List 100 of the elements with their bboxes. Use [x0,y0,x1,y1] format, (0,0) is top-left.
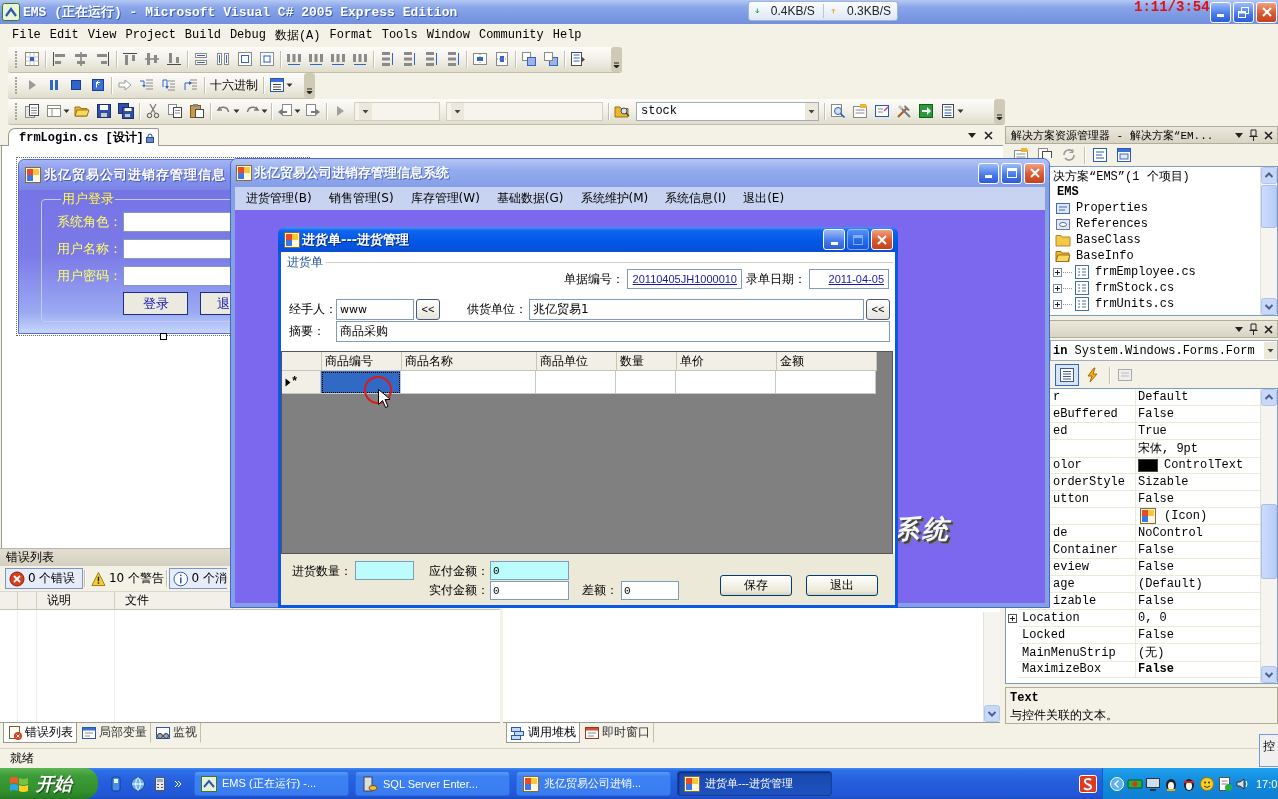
vertical-spacing-icon[interactable] [423,51,439,67]
open-folder-icon[interactable] [74,103,90,119]
tree-item[interactable]: frmUnits.cs [1095,297,1175,311]
grid-cell[interactable] [616,371,676,394]
find-in-files-icon[interactable] [614,103,630,119]
view-code-icon[interactable] [1092,147,1108,163]
expand-icon[interactable] [1053,267,1072,277]
grip-handle[interactable] [14,101,18,121]
toolbar-overflow-icon[interactable] [994,98,1005,124]
menu-item[interactable]: Help [550,26,584,44]
property-name[interactable]: r [1053,390,1061,404]
property-name[interactable]: eBuffered [1053,407,1118,421]
vertical-spacing-icon[interactable] [379,51,395,67]
vertical-scrollbar[interactable] [1260,389,1277,683]
tray-expand-icon[interactable] [1109,775,1125,792]
property-value[interactable]: (无) [1138,644,1165,661]
chevron-icon[interactable] [174,778,182,789]
property-value[interactable]: False [1138,662,1174,676]
globe-icon[interactable] [130,775,146,792]
property-name[interactable]: utton [1053,492,1089,506]
column-header[interactable]: 单价 [677,352,777,371]
vertical-scrollbar[interactable] [1260,167,1277,315]
menu-item[interactable]: Tools [379,26,420,44]
scroll-up-icon[interactable] [1261,167,1277,184]
menu-item[interactable]: 基础数据(G) [496,190,564,207]
center-horizontally-icon[interactable] [472,51,488,67]
column-header[interactable]: 数量 [617,352,677,371]
horizontal-spacing-icon[interactable] [286,51,302,67]
same-height-icon[interactable] [215,51,231,67]
tool-window-tab[interactable]: 监视 [151,723,201,743]
close-button[interactable] [1024,162,1045,184]
menu-item[interactable]: Window [424,26,472,44]
paste-icon[interactable] [189,103,205,119]
close-icon[interactable] [984,131,993,140]
filter-button[interactable]: 0 个错误 [5,568,83,589]
step-over-icon[interactable] [161,77,177,93]
document-icon[interactable] [1217,775,1233,792]
property-name[interactable]: MaximizeBox [1022,662,1102,676]
expand-icon[interactable] [1053,283,1072,293]
property-name[interactable]: Location [1022,611,1080,625]
expand-icon[interactable] [1007,614,1017,623]
vertical-spacing-icon[interactable] [401,51,417,67]
property-value[interactable]: False [1138,594,1174,608]
restart-icon[interactable] [90,77,106,93]
navigate-back-icon[interactable] [277,103,293,119]
menu-item[interactable]: Edit [47,26,81,44]
taskbar-button[interactable]: 兆亿贸易公司进销... [516,771,671,796]
save-button[interactable]: 保存 [720,574,792,596]
property-name[interactable]: eview [1053,560,1089,574]
tree-item[interactable]: EMS [1057,185,1079,199]
tool-window-tab[interactable]: 即时窗口 [580,723,654,743]
property-value[interactable]: ControlText [1164,458,1244,472]
step-into-icon[interactable] [139,77,155,93]
minimize-button[interactable] [823,229,845,250]
tree-item[interactable]: Properties [1076,201,1148,215]
bring-to-front-icon[interactable] [521,51,537,67]
taskbar-button[interactable]: 进货单---进货管理 [677,771,832,796]
horizontal-spacing-icon[interactable] [308,51,324,67]
same-size-icon[interactable] [237,51,253,67]
toolbar-overflow-icon[interactable] [611,46,622,72]
center-vertically-icon[interactable] [494,51,510,67]
caret-icon[interactable] [968,131,976,139]
properties-icon[interactable] [852,103,868,119]
same-width-icon[interactable] [193,51,209,67]
grid-cell[interactable] [676,371,776,394]
property-name[interactable]: Locked [1022,628,1066,642]
minimize-button[interactable] [978,162,999,184]
close-icon[interactable] [1264,324,1273,334]
property-name[interactable]: olor [1053,458,1082,472]
tab-order-icon[interactable] [570,51,586,67]
vertical-scrollbar[interactable] [983,612,1000,722]
grid-cell[interactable] [401,371,536,394]
menu-item[interactable]: 系统维护(M) [580,190,649,207]
tools-icon[interactable] [896,103,912,119]
step-out-icon[interactable] [183,77,199,93]
menu-item[interactable]: 系统信息(I) [665,190,727,207]
smiley-icon[interactable] [1199,775,1215,792]
tree-item[interactable]: frmStock.cs [1095,281,1175,295]
property-value[interactable]: Sizable [1138,475,1189,489]
property-name[interactable]: Container [1053,543,1118,557]
alphabetical-view-button[interactable] [1055,364,1079,386]
property-name[interactable]: izable [1053,594,1097,608]
property-value[interactable]: False [1138,492,1174,506]
menu-item[interactable]: Build [182,26,223,44]
menu-item[interactable]: 库存管理(W) [410,190,480,207]
amount-field[interactable]: 0 [621,581,679,600]
login-button[interactable]: 登录 [123,292,188,315]
hex-display-button[interactable]: 十六进制 [207,74,261,96]
property-value[interactable]: (Default) [1138,577,1203,591]
menu-item[interactable]: Debug [227,26,268,44]
save-icon[interactable] [96,103,112,119]
menu-item[interactable]: 销售管理(S) [328,190,394,207]
handler-input[interactable]: www [336,299,414,320]
maximize-button[interactable] [1001,162,1022,184]
tree-item[interactable]: BaseInfo [1076,249,1134,263]
tool-window-tab[interactable]: 调用堆栈 [506,723,580,743]
start-page-icon[interactable] [918,103,934,119]
list-window-icon[interactable] [269,77,285,93]
property-value[interactable]: False [1138,560,1174,574]
grip-handle[interactable] [14,75,18,95]
